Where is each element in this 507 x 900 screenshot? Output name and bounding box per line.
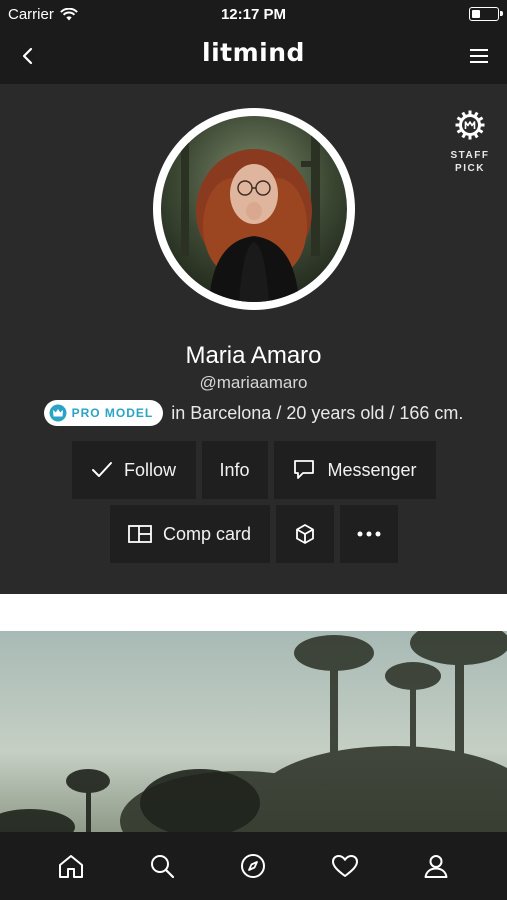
home-icon	[58, 855, 83, 878]
cube-3d-icon	[295, 524, 314, 544]
section-divider	[0, 594, 507, 631]
search-icon	[151, 855, 175, 879]
more-options-button[interactable]	[339, 505, 398, 563]
checkmark-icon	[91, 462, 112, 477]
portfolio-photo-image	[0, 631, 507, 832]
tab-home[interactable]	[51, 846, 91, 886]
staff-pick-seal-icon	[455, 110, 485, 140]
clock: 12:17 PM	[220, 6, 287, 23]
action-row-primary: Follow Info Messenger	[0, 441, 507, 499]
pro-model-badge[interactable]: PRO MODEL	[43, 400, 164, 426]
profile-name: Maria Amaro	[185, 342, 322, 369]
messenger-label: Messenger	[327, 459, 417, 480]
follow-button[interactable]: Follow	[71, 441, 196, 499]
cube-button[interactable]	[275, 505, 334, 563]
battery-icon	[469, 7, 503, 21]
profile-location: in Barcelona / 20 years old / 166 cm.	[171, 402, 464, 423]
tab-bar	[0, 832, 507, 900]
tab-explore[interactable]	[233, 846, 273, 886]
avatar-ring[interactable]	[153, 108, 355, 310]
profile-user-icon	[424, 855, 448, 878]
action-row-secondary: Comp card	[0, 505, 507, 563]
portfolio-photo[interactable]	[0, 631, 507, 832]
comp-card-icon	[128, 525, 152, 543]
status-bar: Carrier 12:17 PM	[0, 0, 507, 28]
hamburger-menu-icon	[470, 49, 488, 63]
info-button[interactable]: Info	[201, 441, 268, 499]
messenger-button[interactable]: Messenger	[273, 441, 436, 499]
comp-card-button[interactable]: Comp card	[109, 505, 270, 563]
more-dots-icon	[357, 531, 380, 537]
profile-handle: @mariaamaro	[199, 373, 308, 392]
follow-label: Follow	[123, 459, 176, 480]
menu-button[interactable]	[465, 42, 493, 70]
nav-bar: litmind	[0, 28, 507, 84]
tab-profile[interactable]	[416, 846, 456, 886]
chat-bubble-icon	[294, 460, 315, 479]
explore-compass-icon	[241, 854, 266, 878]
tab-search[interactable]	[142, 846, 182, 886]
avatar	[161, 116, 347, 302]
profile-meta: PRO MODEL in Barcelona / 20 years old / …	[0, 400, 507, 426]
app-logo[interactable]: litmind	[0, 38, 507, 67]
battery-level	[472, 10, 480, 18]
avatar-photo	[161, 116, 347, 302]
info-label: Info	[219, 459, 250, 480]
comp-card-label: Comp card	[162, 523, 252, 544]
staff-pick-badge: STAFF PICK	[450, 110, 490, 175]
profile-header: STAFF PICK Maria Amaro @mariaamaro PRO M…	[0, 84, 507, 594]
favorites-heart-icon	[331, 855, 358, 877]
tab-favorites[interactable]	[325, 846, 365, 886]
pro-model-label: PRO MODEL	[71, 406, 154, 420]
crown-icon	[49, 404, 67, 422]
staff-pick-label: STAFF PICK	[450, 150, 490, 174]
